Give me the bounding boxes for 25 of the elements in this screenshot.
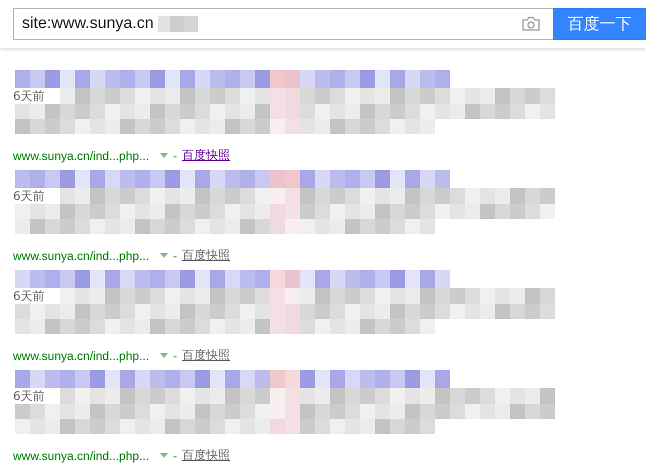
separator: -: [173, 148, 178, 162]
separator: -: [173, 348, 178, 362]
snapshot-link[interactable]: 百度快照: [182, 347, 230, 364]
snapshot-link[interactable]: 百度快照: [182, 147, 230, 164]
caret-icon[interactable]: [160, 453, 168, 458]
result-url[interactable]: www.sunya.cn/ind...php...: [13, 248, 150, 262]
result-date: 6天前: [13, 289, 47, 304]
snapshot-link[interactable]: 百度快照: [182, 247, 230, 264]
separator: -: [173, 248, 178, 262]
snapshot-link[interactable]: 百度快照: [182, 447, 230, 464]
result-url[interactable]: www.sunya.cn/ind...php...: [13, 148, 150, 162]
separator: -: [173, 448, 178, 462]
caret-icon[interactable]: [160, 353, 168, 358]
camera-icon[interactable]: [521, 16, 541, 32]
caret-icon[interactable]: [160, 153, 168, 158]
result-date: 6天前: [13, 89, 47, 104]
result-url[interactable]: www.sunya.cn/ind...php...: [13, 348, 150, 362]
search-query: site:www.sunya.cn: [22, 15, 154, 33]
result-date: 6天前: [13, 389, 47, 404]
caret-icon[interactable]: [160, 253, 168, 258]
search-button[interactable]: 百度一下: [553, 8, 646, 40]
search-field[interactable]: site:www.sunya.cn: [13, 8, 553, 40]
result-date: 6天前: [13, 189, 47, 204]
result-url[interactable]: www.sunya.cn/ind...php...: [13, 448, 150, 462]
pixelated-redaction: [158, 16, 198, 32]
